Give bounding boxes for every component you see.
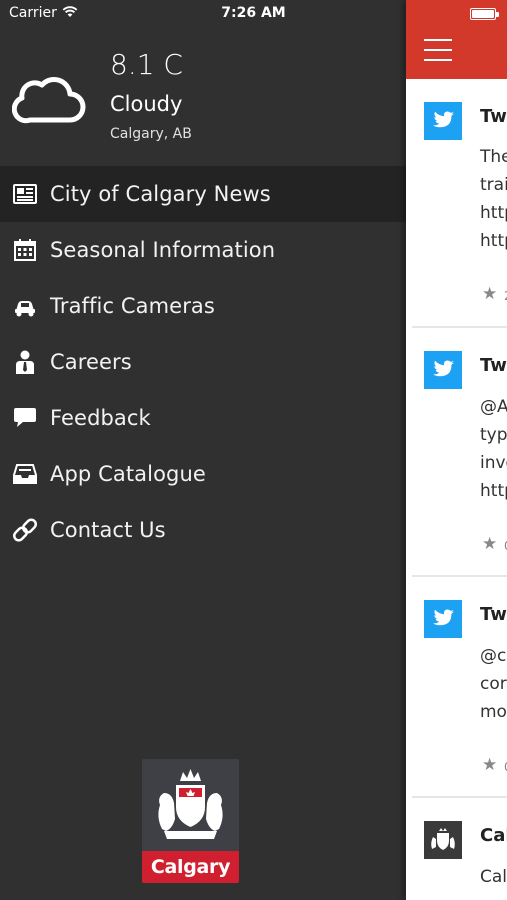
menu-label-feedback: Feedback [50, 406, 151, 430]
crest-icon [158, 769, 223, 839]
temperature-value: 8.1 C [110, 48, 183, 81]
menu-item-app-catalogue[interactable]: App Catalogue [0, 446, 406, 502]
menu-item-contact-us[interactable]: Contact Us [0, 502, 406, 558]
star-icon[interactable]: ★ [482, 755, 497, 775]
status-time: 7:26 AM [221, 5, 286, 21]
menu-item-city-news[interactable]: City of Calgary News [0, 166, 406, 222]
menu-item-traffic-cameras[interactable]: Traffic Cameras [0, 278, 406, 334]
star-icon[interactable]: ★ [482, 534, 497, 554]
menu-item-careers[interactable]: Careers [0, 334, 406, 390]
card-text-line: inve [480, 453, 507, 473]
menu-label-contact-us: Contact Us [50, 518, 166, 542]
card-author: Tw [480, 355, 507, 376]
card-text-line: cor [480, 674, 507, 694]
battery-icon [470, 8, 499, 20]
twitter-bird-icon [424, 102, 462, 140]
card-text-line: The [480, 147, 507, 167]
link-icon [12, 517, 38, 543]
status-bar: Carrier 7:26 AM [0, 0, 507, 28]
menu-label-city-news: City of Calgary News [50, 182, 271, 206]
card-author: Tw [480, 604, 507, 625]
card-text-line: trai [480, 175, 507, 195]
card-author: Tw [480, 106, 507, 127]
newspaper-icon [12, 181, 38, 207]
card-text-line: typ [480, 425, 507, 445]
navigation-drawer: 8.1 C Cloudy Calgary, AB City of Calgary… [0, 0, 406, 900]
feed-card[interactable]: Tw @A typ inve http ★ 0 [412, 329, 507, 577]
calgary-logo: Calgary [142, 759, 239, 883]
speech-bubble-icon [12, 405, 38, 431]
menu-label-traffic-cameras: Traffic Cameras [50, 294, 215, 318]
calendar-icon [12, 237, 38, 263]
menu-label-seasonal-information: Seasonal Information [50, 238, 276, 262]
star-icon[interactable]: ★ [482, 284, 497, 304]
card-text-line: Cal [480, 867, 507, 887]
person-tie-icon [12, 349, 38, 375]
weather-panel: 8.1 C Cloudy Calgary, AB [0, 30, 406, 165]
inbox-icon [12, 461, 38, 487]
twitter-bird-icon [424, 600, 462, 638]
menu-item-feedback[interactable]: Feedback [0, 390, 406, 446]
logo-wordmark: Calgary [142, 851, 239, 883]
hamburger-menu-button[interactable] [424, 39, 452, 63]
calgary-crest-avatar-icon [424, 821, 462, 859]
feed-card[interactable]: Tw The trai http http ★ 2 [412, 79, 507, 328]
card-text-line: http [480, 481, 507, 501]
drawer-menu: City of Calgary News Seasonal Informatio… [0, 166, 406, 558]
card-text-line: @A [480, 397, 507, 417]
menu-label-careers: Careers [50, 350, 132, 374]
card-text-line: http [480, 231, 507, 251]
card-text-line: mo [480, 702, 507, 722]
twitter-bird-icon [424, 351, 462, 389]
feed-card[interactable]: Cal Cal [412, 799, 507, 900]
card-text-line: @c [480, 646, 507, 666]
weather-location: Calgary, AB [110, 126, 192, 142]
menu-label-app-catalogue: App Catalogue [50, 462, 206, 486]
weather-condition: Cloudy [110, 92, 183, 116]
news-feed-panel: Tw The trai http http ★ 2 Tw @A typ inve… [406, 0, 507, 900]
cloud-icon [12, 77, 86, 124]
car-icon [12, 293, 38, 319]
card-text-line: http [480, 203, 507, 223]
card-author: Cal [480, 825, 507, 846]
menu-item-seasonal-information[interactable]: Seasonal Information [0, 222, 406, 278]
feed-card[interactable]: Tw @c cor mo ★ 0 [412, 578, 507, 798]
